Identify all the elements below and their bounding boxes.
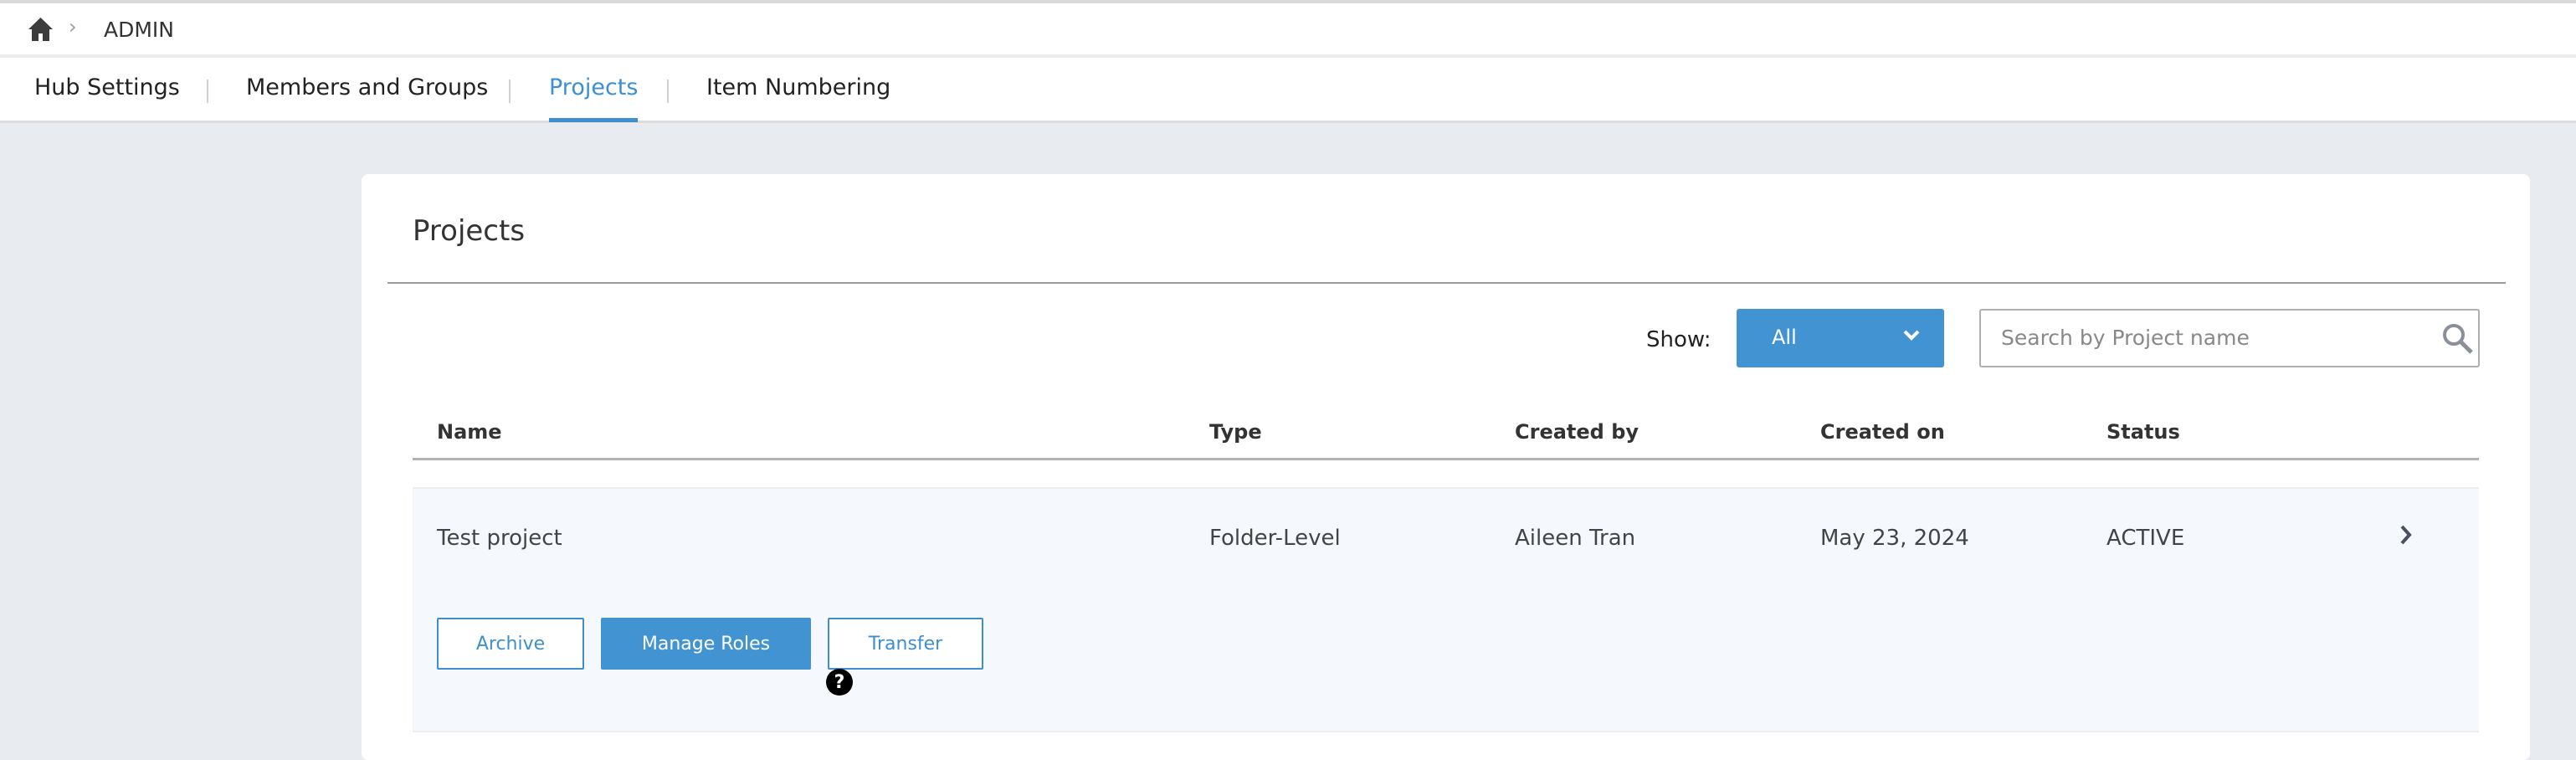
search-icon[interactable] — [2441, 322, 2475, 356]
breadcrumb: › ADMIN — [0, 3, 2576, 56]
transfer-button[interactable]: Transfer — [828, 618, 983, 670]
breadcrumb-chevron-icon: › — [69, 15, 77, 39]
column-header-created-on[interactable]: Created on — [1820, 420, 1945, 444]
project-type: Folder-Level — [1209, 526, 1341, 551]
archive-button[interactable]: Archive — [437, 618, 584, 670]
table-row[interactable] — [413, 487, 2479, 732]
tab-divider — [509, 80, 511, 103]
search-placeholder: Search by Project name — [2001, 326, 2250, 350]
project-status: ACTIVE — [2106, 526, 2185, 551]
tab-projects[interactable]: Projects — [549, 74, 638, 100]
tab-divider — [667, 80, 669, 103]
project-created-on: May 23, 2024 — [1820, 526, 1969, 551]
column-header-name[interactable]: Name — [437, 420, 502, 444]
project-created-by: Aileen Tran — [1515, 526, 1636, 551]
home-icon[interactable] — [28, 17, 54, 42]
column-header-type[interactable]: Type — [1209, 420, 1262, 444]
page-title: Projects — [413, 214, 526, 248]
tab-divider — [207, 80, 208, 103]
search-input[interactable]: Search by Project name — [1979, 309, 2480, 367]
header-divider — [413, 458, 2479, 460]
tab-item-numbering[interactable]: Item Numbering — [706, 74, 890, 100]
show-filter-select[interactable]: All — [1737, 309, 1944, 367]
active-tab-indicator — [549, 118, 638, 122]
help-icon[interactable]: ? — [826, 669, 853, 696]
breadcrumb-admin[interactable]: ADMIN — [104, 18, 174, 42]
tab-bar: Hub Settings Members and Groups Projects… — [0, 58, 2576, 123]
manage-roles-button[interactable]: Manage Roles — [601, 618, 811, 670]
column-header-created-by[interactable]: Created by — [1515, 420, 1639, 444]
chevron-right-icon[interactable] — [2399, 524, 2414, 546]
show-filter-value: All — [1772, 326, 1797, 349]
chevron-down-icon — [1903, 330, 1920, 341]
column-header-status[interactable]: Status — [2106, 420, 2180, 444]
tab-hub-settings[interactable]: Hub Settings — [34, 74, 180, 100]
project-name[interactable]: Test project — [437, 526, 562, 551]
tab-members-and-groups[interactable]: Members and Groups — [246, 74, 488, 100]
title-divider — [387, 282, 2506, 284]
show-label: Show: — [1646, 327, 1711, 352]
